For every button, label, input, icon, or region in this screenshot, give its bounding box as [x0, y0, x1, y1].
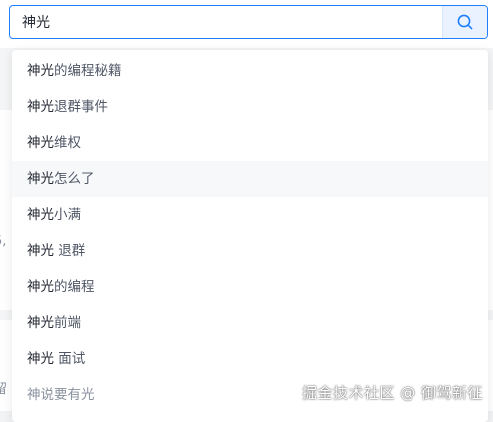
background-edge-text: 5,	[0, 234, 7, 249]
suggestion-text: 的编程	[54, 279, 95, 295]
suggestion-item[interactable]: 神光 面试	[12, 341, 488, 377]
suggestion-keyword: 神光	[27, 99, 54, 115]
suggestion-item[interactable]: 神光维权	[12, 125, 488, 161]
search-icon	[457, 14, 473, 30]
suggestion-text: 的编程秘籍	[54, 63, 122, 79]
suggestion-list: 神光的编程秘籍 神光退群事件 神光维权 神光怎么了 神光小满 神光 退群 神光的…	[12, 50, 488, 413]
search-input[interactable]	[10, 6, 442, 38]
suggestion-item-hovered[interactable]: 神光怎么了	[12, 161, 488, 197]
suggestion-keyword: 神光	[27, 351, 54, 367]
search-bar	[9, 5, 488, 39]
background-edge-text: 留	[0, 382, 8, 397]
suggestion-text: 神说要有光	[27, 387, 95, 403]
suggestion-text: 怎么了	[54, 171, 95, 187]
suggestion-item[interactable]: 神光的编程秘籍	[12, 53, 488, 89]
suggestion-item[interactable]: 神光退群事件	[12, 89, 488, 125]
suggestion-item[interactable]: 神光的编程	[12, 269, 488, 305]
suggestion-keyword: 神光	[27, 135, 54, 151]
suggestion-text: 退群	[54, 243, 86, 259]
suggestion-keyword: 神光	[27, 171, 54, 187]
suggestion-item[interactable]: 神光前端	[12, 305, 488, 341]
suggestion-item[interactable]: 神光小满	[12, 197, 488, 233]
suggestion-text: 维权	[54, 135, 81, 151]
suggestion-text: 面试	[54, 351, 86, 367]
suggestion-keyword: 神光	[27, 207, 54, 223]
search-suggestions-dropdown: 神光的编程秘籍 神光退群事件 神光维权 神光怎么了 神光小满 神光 退群 神光的…	[12, 50, 488, 422]
suggestion-text: 前端	[54, 315, 81, 331]
suggestion-text: 小满	[54, 207, 81, 223]
suggestion-keyword: 神光	[27, 315, 54, 331]
search-button[interactable]	[442, 6, 487, 38]
watermark: 掘金技术社区 @ 御驾新征	[301, 384, 483, 402]
suggestion-keyword: 神光	[27, 63, 54, 79]
suggestion-text: 退群事件	[54, 99, 108, 115]
suggestion-item[interactable]: 神光 退群	[12, 233, 488, 269]
suggestion-keyword: 神光	[27, 279, 54, 295]
suggestion-keyword: 神光	[27, 243, 54, 259]
